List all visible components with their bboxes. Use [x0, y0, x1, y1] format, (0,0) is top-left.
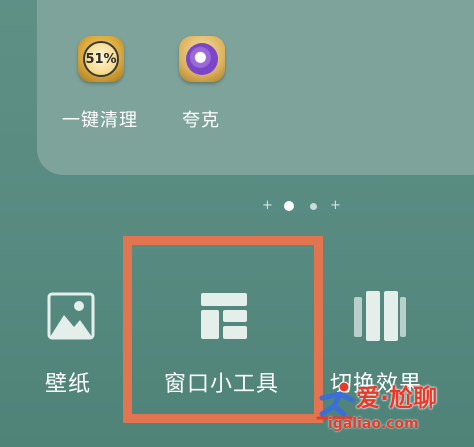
cleaner-badge: 51% — [83, 41, 119, 77]
site-watermark: 爱·尬聊 igaliao.com — [312, 378, 472, 444]
wallpaper-icon — [47, 292, 95, 340]
app-quark[interactable]: 夸克 — [151, 36, 251, 136]
runner-logo-icon — [316, 381, 356, 420]
page-dot-active — [284, 201, 294, 211]
quark-browser-icon — [179, 36, 225, 82]
app-label: 夸克 — [182, 110, 220, 131]
page-indicator-plus-left: + — [262, 198, 273, 213]
page-indicator-plus-right: + — [330, 198, 341, 213]
page-dot — [310, 203, 317, 210]
transition-effect-icon — [354, 291, 406, 341]
watermark-title: 爱·尬聊 — [356, 384, 438, 412]
app-one-key-clean[interactable]: 51% 一键清理 — [50, 36, 150, 136]
highlight-annotation-box — [123, 236, 323, 423]
wallpaper-label: 壁纸 — [45, 372, 92, 397]
watermark-url: igaliao.com — [328, 416, 419, 432]
wallpaper-button[interactable]: 壁纸 — [30, 285, 110, 397]
page-indicator[interactable]: + + — [262, 198, 342, 214]
app-label: 一键清理 — [62, 110, 138, 131]
cleaner-icon: 51% — [78, 36, 124, 82]
